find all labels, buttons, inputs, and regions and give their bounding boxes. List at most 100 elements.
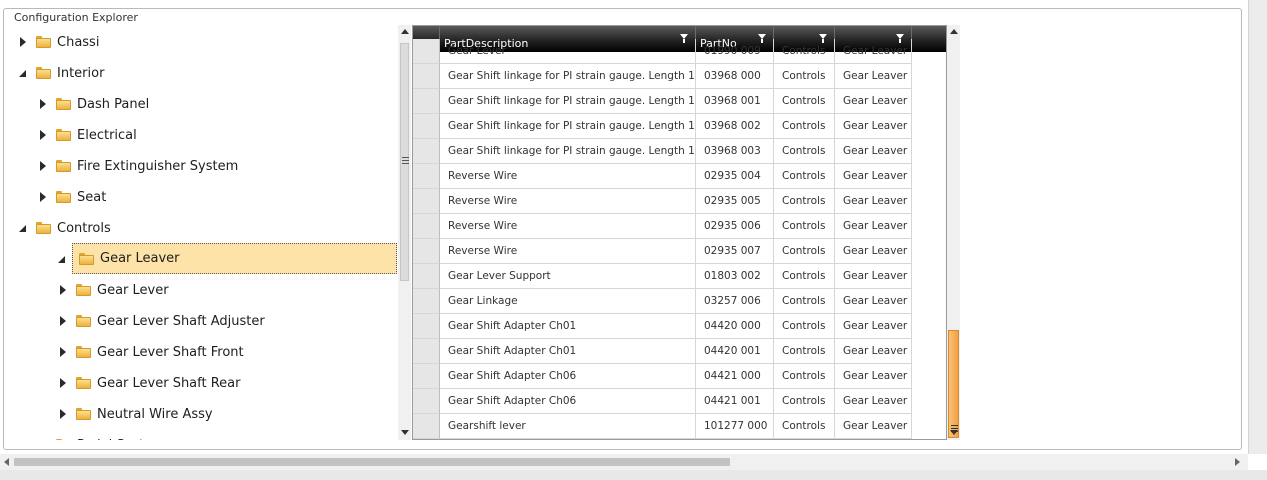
table-cell[interactable]: Gear Linkage — [440, 289, 696, 314]
triangle-right-icon[interactable] — [58, 285, 68, 295]
table-cell[interactable]: Controls — [774, 289, 835, 314]
table-cell[interactable]: Reverse Wire — [440, 164, 696, 189]
table-cell[interactable]: Gear Shift Adapter Ch01 — [440, 339, 696, 364]
table-cell[interactable]: Gear Leaver — [835, 39, 912, 64]
row-header[interactable] — [413, 164, 440, 189]
table-row[interactable]: Gear Shift linkage for PI strain gauge. … — [413, 89, 946, 114]
table-cell[interactable]: Gear Leaver — [835, 339, 912, 364]
table-cell[interactable]: Controls — [774, 64, 835, 89]
scroll-up-icon[interactable] — [398, 29, 411, 39]
triangle-down-icon[interactable] — [18, 68, 28, 78]
tree-node[interactable]: Chassi — [18, 28, 99, 56]
row-header[interactable] — [413, 364, 440, 389]
scroll-down-icon[interactable] — [947, 426, 960, 436]
table-row[interactable]: Gear Shift linkage for PI strain gauge. … — [413, 64, 946, 89]
triangle-right-icon[interactable] — [38, 99, 48, 109]
table-cell[interactable]: Reverse Wire — [440, 189, 696, 214]
table-cell[interactable]: Gear Shift Adapter Ch01 — [440, 314, 696, 339]
table-row[interactable]: Gearshift lever 101277 000 Controls Gear Le… — [413, 414, 946, 439]
table-cell[interactable]: Gear Leaver — [835, 64, 912, 89]
table-cell[interactable]: Controls — [774, 139, 835, 164]
triangle-right-icon[interactable] — [58, 378, 68, 388]
table-cell[interactable]: 02935 004 — [696, 164, 774, 189]
row-header[interactable] — [413, 264, 440, 289]
tree-node[interactable]: Controls — [18, 214, 111, 242]
scroll-right-icon[interactable] — [1235, 458, 1240, 466]
table-cell[interactable]: Gear Leaver — [835, 214, 912, 239]
grid-vertical-scrollbar[interactable] — [947, 25, 960, 440]
table-cell[interactable]: Gear Leaver — [835, 164, 912, 189]
table-row[interactable]: Gear Shift Adapter Ch06 04421 000 Controls… — [413, 364, 946, 389]
table-cell[interactable]: Gear Leaver — [835, 389, 912, 414]
row-header[interactable] — [413, 189, 440, 214]
table-cell[interactable]: 04420 000 — [696, 314, 774, 339]
table-cell[interactable]: Controls — [774, 39, 835, 64]
table-cell[interactable]: 101277 000 — [696, 414, 774, 439]
table-cell[interactable]: Reverse Wire — [440, 214, 696, 239]
table-cell[interactable]: Gear Leaver — [835, 114, 912, 139]
row-header[interactable] — [413, 239, 440, 264]
tree-vertical-scrollbar[interactable] — [398, 25, 411, 440]
table-cell[interactable]: Reverse Wire — [440, 239, 696, 264]
tree-node[interactable]: Dash Panel — [38, 90, 149, 118]
table-cell[interactable]: Gear Leaver — [835, 364, 912, 389]
table-cell[interactable]: Controls — [774, 214, 835, 239]
table-cell[interactable]: Gear Leaver — [835, 239, 912, 264]
table-cell[interactable]: Gear Leaver — [835, 189, 912, 214]
table-cell[interactable]: Controls — [774, 114, 835, 139]
table-cell[interactable]: 03968 002 — [696, 114, 774, 139]
parts-grid[interactable]: PartDescription PartNo Gear Lever 01990 00… — [412, 25, 947, 440]
table-cell[interactable]: Gear Shift Adapter Ch06 — [440, 364, 696, 389]
row-header[interactable] — [413, 114, 440, 139]
table-cell[interactable]: Controls — [774, 89, 835, 114]
tree-node[interactable]: Gear Lever Shaft Rear — [58, 369, 241, 397]
row-header[interactable] — [413, 289, 440, 314]
table-cell[interactable]: 03257 006 — [696, 289, 774, 314]
table-cell[interactable]: Gear Shift linkage for PI strain gauge. … — [440, 89, 696, 114]
table-cell[interactable]: Gear Shift linkage for PI strain gauge. … — [440, 139, 696, 164]
tree-node[interactable]: Gear Lever — [58, 276, 169, 304]
table-cell[interactable]: 03968 000 — [696, 64, 774, 89]
triangle-right-icon[interactable] — [18, 37, 28, 47]
table-cell[interactable]: 03968 003 — [696, 139, 774, 164]
tree-node[interactable]: Fire Extinguisher System — [38, 152, 238, 180]
scroll-down-icon[interactable] — [398, 426, 411, 436]
row-header[interactable] — [413, 389, 440, 414]
triangle-right-icon[interactable] — [58, 347, 68, 357]
table-cell[interactable]: Controls — [774, 364, 835, 389]
row-header[interactable] — [413, 89, 440, 114]
row-header[interactable] — [413, 139, 440, 164]
tree-scroll-thumb[interactable] — [400, 43, 409, 281]
row-header[interactable] — [413, 39, 440, 64]
table-cell[interactable]: Gear Leaver — [835, 314, 912, 339]
table-row[interactable]: Reverse Wire 02935 007 Controls Gear Leaver — [413, 239, 946, 264]
table-row[interactable]: Gear Lever 01990 009 Controls Gear Leaver — [413, 39, 946, 64]
table-cell[interactable]: Gear Shift linkage for PI strain gauge. … — [440, 64, 696, 89]
horizontal-scroll-thumb[interactable] — [14, 458, 730, 466]
table-row[interactable]: Gear Shift Adapter Ch06 04421 001 Controls… — [413, 389, 946, 414]
configuration-tree[interactable]: Chassi Interior Dash Panel Electrical Fire E… — [4, 25, 397, 440]
row-header[interactable] — [413, 339, 440, 364]
table-cell[interactable]: Gear Leaver — [835, 264, 912, 289]
table-cell[interactable]: Gear Leaver — [835, 139, 912, 164]
triangle-right-icon[interactable] — [38, 130, 48, 140]
table-cell[interactable]: Gear Lever — [440, 39, 696, 64]
table-cell[interactable]: Gear Leaver — [835, 89, 912, 114]
table-row[interactable]: Gear Shift linkage for PI strain gauge. … — [413, 139, 946, 164]
tree-node[interactable]: Interior — [18, 59, 104, 87]
table-cell[interactable]: Gear Leaver — [835, 289, 912, 314]
row-header[interactable] — [413, 64, 440, 89]
table-row[interactable]: Gear Linkage 03257 006 Controls Gear Leaver — [413, 289, 946, 314]
table-cell[interactable]: 02935 005 — [696, 189, 774, 214]
horizontal-scrollbar[interactable] — [0, 454, 1248, 470]
table-cell[interactable]: Gear Lever Support — [440, 264, 696, 289]
table-cell[interactable]: Controls — [774, 264, 835, 289]
table-cell[interactable]: 04421 000 — [696, 364, 774, 389]
table-cell[interactable]: 02935 007 — [696, 239, 774, 264]
triangle-right-icon[interactable] — [58, 316, 68, 326]
triangle-right-icon[interactable] — [58, 409, 68, 419]
row-header[interactable] — [413, 314, 440, 339]
table-row[interactable]: Reverse Wire 02935 004 Controls Gear Leaver — [413, 164, 946, 189]
table-row[interactable]: Gear Shift Adapter Ch01 04420 001 Controls… — [413, 339, 946, 364]
table-row[interactable]: Reverse Wire 02935 006 Controls Gear Leaver — [413, 214, 946, 239]
